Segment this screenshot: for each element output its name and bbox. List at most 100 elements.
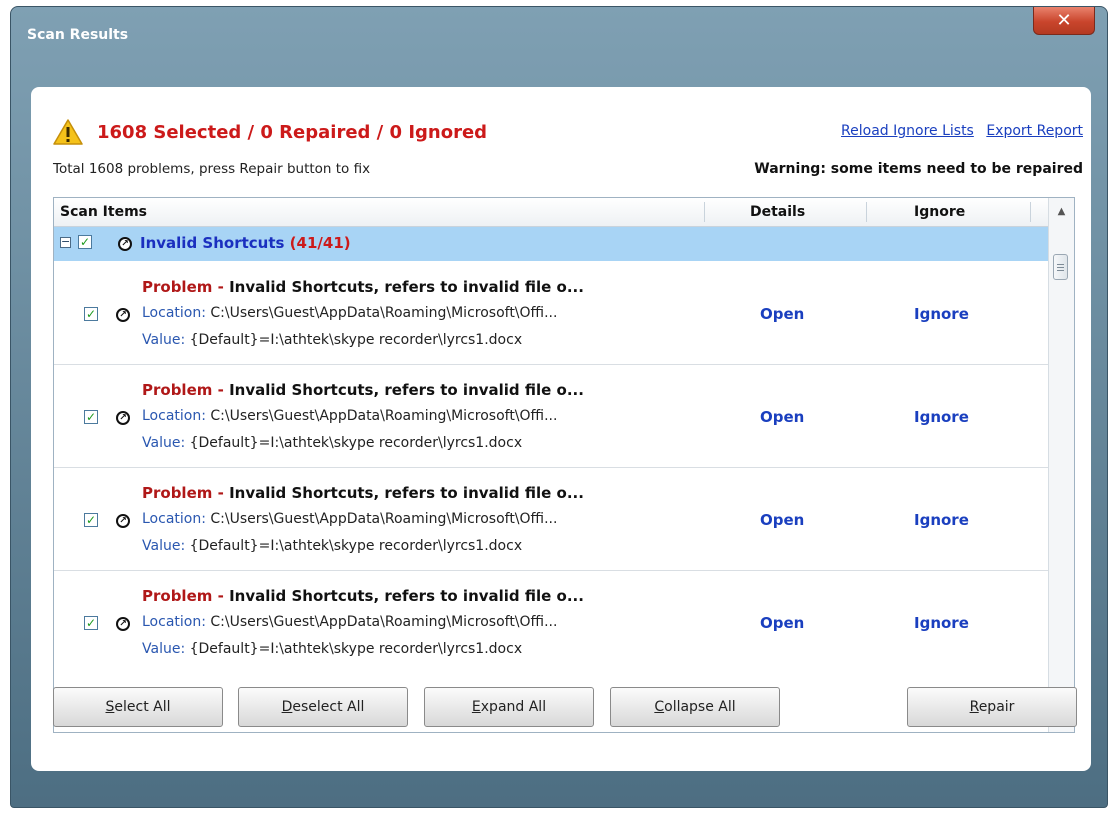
location-label: Location: <box>142 614 206 630</box>
location-label: Location: <box>142 408 206 424</box>
location-line: Location: C:\Users\Guest\AppData\Roaming… <box>142 614 557 630</box>
problem-text: Invalid Shortcuts, refers to invalid fil… <box>229 381 584 399</box>
open-details-link[interactable]: Open <box>760 614 804 632</box>
location-line: Location: C:\Users\Guest\AppData\Roaming… <box>142 305 557 321</box>
group-title: Invalid Shortcuts <box>140 234 285 252</box>
location-label: Location: <box>142 305 206 321</box>
problem-separator: - <box>212 278 230 296</box>
problem-separator: - <box>212 381 230 399</box>
select-all-label: Select All <box>105 699 171 715</box>
ignore-item-link[interactable]: Ignore <box>914 511 969 529</box>
select-all-button[interactable]: Select All <box>53 687 223 727</box>
summary-row: 1608 Selected / 0 Repaired / 0 Ignored <box>53 119 487 145</box>
location-line: Location: C:\Users\Guest\AppData\Roaming… <box>142 511 557 527</box>
row-checkbox[interactable]: ✓ <box>84 616 98 630</box>
table-row[interactable]: Problem - Invalid Shortcuts, refers to i… <box>54 365 1050 468</box>
shortcut-arrow-icon: ↗ <box>118 237 132 251</box>
table-header: Scan Items Details Ignore <box>54 198 1050 227</box>
value-value: {Default}=I:\athtek\skype recorder\lyrcs… <box>185 641 523 657</box>
expand-all-button[interactable]: Expand All <box>424 687 594 727</box>
column-header-details[interactable]: Details <box>750 204 805 220</box>
repair-button[interactable]: Repair <box>907 687 1077 727</box>
ignore-item-link[interactable]: Ignore <box>914 614 969 632</box>
shortcut-arrow-icon: ↗ <box>116 308 130 322</box>
value-line: Value: {Default}=I:\athtek\skype recorde… <box>142 332 522 348</box>
problem-text: Invalid Shortcuts, refers to invalid fil… <box>229 484 584 502</box>
value-label: Value: <box>142 435 186 451</box>
open-details-link[interactable]: Open <box>760 305 804 323</box>
row-checkbox[interactable]: ✓ <box>84 410 98 424</box>
deselect-all-label: Deselect All <box>281 699 365 715</box>
status-summary: 1608 Selected / 0 Repaired / 0 Ignored <box>97 121 488 143</box>
column-header-scan-items[interactable]: Scan Items <box>60 204 147 220</box>
column-divider[interactable] <box>1030 202 1031 222</box>
location-label: Location: <box>142 511 206 527</box>
problem-label: Problem <box>142 587 213 605</box>
group-checkbox[interactable]: ✓ <box>78 235 92 249</box>
location-value: C:\Users\Guest\AppData\Roaming\Microsoft… <box>205 408 558 424</box>
total-problems-text: Total 1608 problems, press Repair button… <box>53 161 371 177</box>
row-checkbox[interactable]: ✓ <box>84 307 98 321</box>
open-details-link[interactable]: Open <box>760 408 804 426</box>
collapse-all-button[interactable]: Collapse All <box>610 687 780 727</box>
value-label: Value: <box>142 332 186 348</box>
value-line: Value: {Default}=I:\athtek\skype recorde… <box>142 435 522 451</box>
value-line: Value: {Default}=I:\athtek\skype recorde… <box>142 538 522 554</box>
row-checkbox[interactable]: ✓ <box>84 513 98 527</box>
close-button[interactable]: ✕ <box>1033 7 1095 35</box>
group-row-invalid-shortcuts[interactable]: − ✓ ↗ Invalid Shortcuts (41/41) <box>54 227 1050 261</box>
scan-results-window: Scan Results ✕ 1608 Selected / 0 Repaire… <box>10 6 1108 808</box>
ignore-item-link[interactable]: Ignore <box>914 408 969 426</box>
shortcut-arrow-icon: ↗ <box>116 514 130 528</box>
problem-line: Problem - Invalid Shortcuts, refers to i… <box>142 587 584 605</box>
value-label: Value: <box>142 538 186 554</box>
group-label: Invalid Shortcuts (41/41) <box>140 234 351 252</box>
value-value: {Default}=I:\athtek\skype recorder\lyrcs… <box>185 435 523 451</box>
grip-line <box>1057 264 1064 265</box>
expand-all-label: Expand All <box>471 699 547 715</box>
table-row[interactable]: Problem - Invalid Shortcuts, refers to i… <box>54 468 1050 571</box>
problem-line: Problem - Invalid Shortcuts, refers to i… <box>142 381 584 399</box>
problem-separator: - <box>212 587 230 605</box>
close-icon: ✕ <box>1056 10 1072 31</box>
problem-label: Problem <box>142 278 213 296</box>
shortcut-arrow-icon: ↗ <box>116 411 130 425</box>
grip-line <box>1057 270 1064 271</box>
open-details-link[interactable]: Open <box>760 511 804 529</box>
problem-line: Problem - Invalid Shortcuts, refers to i… <box>142 278 584 296</box>
scroll-up-icon[interactable]: ▲ <box>1049 202 1074 222</box>
value-line: Value: {Default}=I:\athtek\skype recorde… <box>142 641 522 657</box>
warning-icon <box>53 119 83 145</box>
column-divider[interactable] <box>704 202 705 222</box>
report-links: Reload Ignore Lists Export Report <box>833 123 1083 139</box>
problem-line: Problem - Invalid Shortcuts, refers to i… <box>142 484 584 502</box>
scroll-thumb[interactable] <box>1053 254 1068 280</box>
collapse-toggle-icon[interactable]: − <box>60 236 71 248</box>
vertical-scrollbar[interactable]: ▲ ▼ <box>1048 198 1074 732</box>
repair-label: Repair <box>969 699 1015 715</box>
scan-items-table: Scan Items Details Ignore − ✓ ↗ Invalid … <box>53 197 1075 733</box>
collapse-all-label: Collapse All <box>654 699 736 715</box>
problem-label: Problem <box>142 381 213 399</box>
column-divider[interactable] <box>866 202 867 222</box>
value-value: {Default}=I:\athtek\skype recorder\lyrcs… <box>185 332 523 348</box>
value-value: {Default}=I:\athtek\skype recorder\lyrcs… <box>185 538 523 554</box>
grip-line <box>1057 267 1064 268</box>
location-value: C:\Users\Guest\AppData\Roaming\Microsoft… <box>205 511 558 527</box>
shortcut-arrow-icon: ↗ <box>116 617 130 631</box>
deselect-all-button[interactable]: Deselect All <box>238 687 408 727</box>
location-value: C:\Users\Guest\AppData\Roaming\Microsoft… <box>205 614 558 630</box>
repair-warning-text: Warning: some items need to be repaired <box>754 161 1083 177</box>
problem-separator: - <box>212 484 230 502</box>
window-title: Scan Results <box>27 27 129 43</box>
export-report-link[interactable]: Export Report <box>986 123 1083 139</box>
ignore-item-link[interactable]: Ignore <box>914 305 969 323</box>
column-header-ignore[interactable]: Ignore <box>914 204 965 220</box>
title-bar[interactable]: Scan Results ✕ <box>11 7 1107 59</box>
reload-ignore-lists-link[interactable]: Reload Ignore Lists <box>841 123 974 139</box>
table-row[interactable]: Problem - Invalid Shortcuts, refers to i… <box>54 262 1050 365</box>
location-line: Location: C:\Users\Guest\AppData\Roaming… <box>142 408 557 424</box>
content-panel: 1608 Selected / 0 Repaired / 0 Ignored R… <box>31 87 1091 771</box>
table-row[interactable]: Problem - Invalid Shortcuts, refers to i… <box>54 571 1050 674</box>
problem-text: Invalid Shortcuts, refers to invalid fil… <box>229 278 584 296</box>
